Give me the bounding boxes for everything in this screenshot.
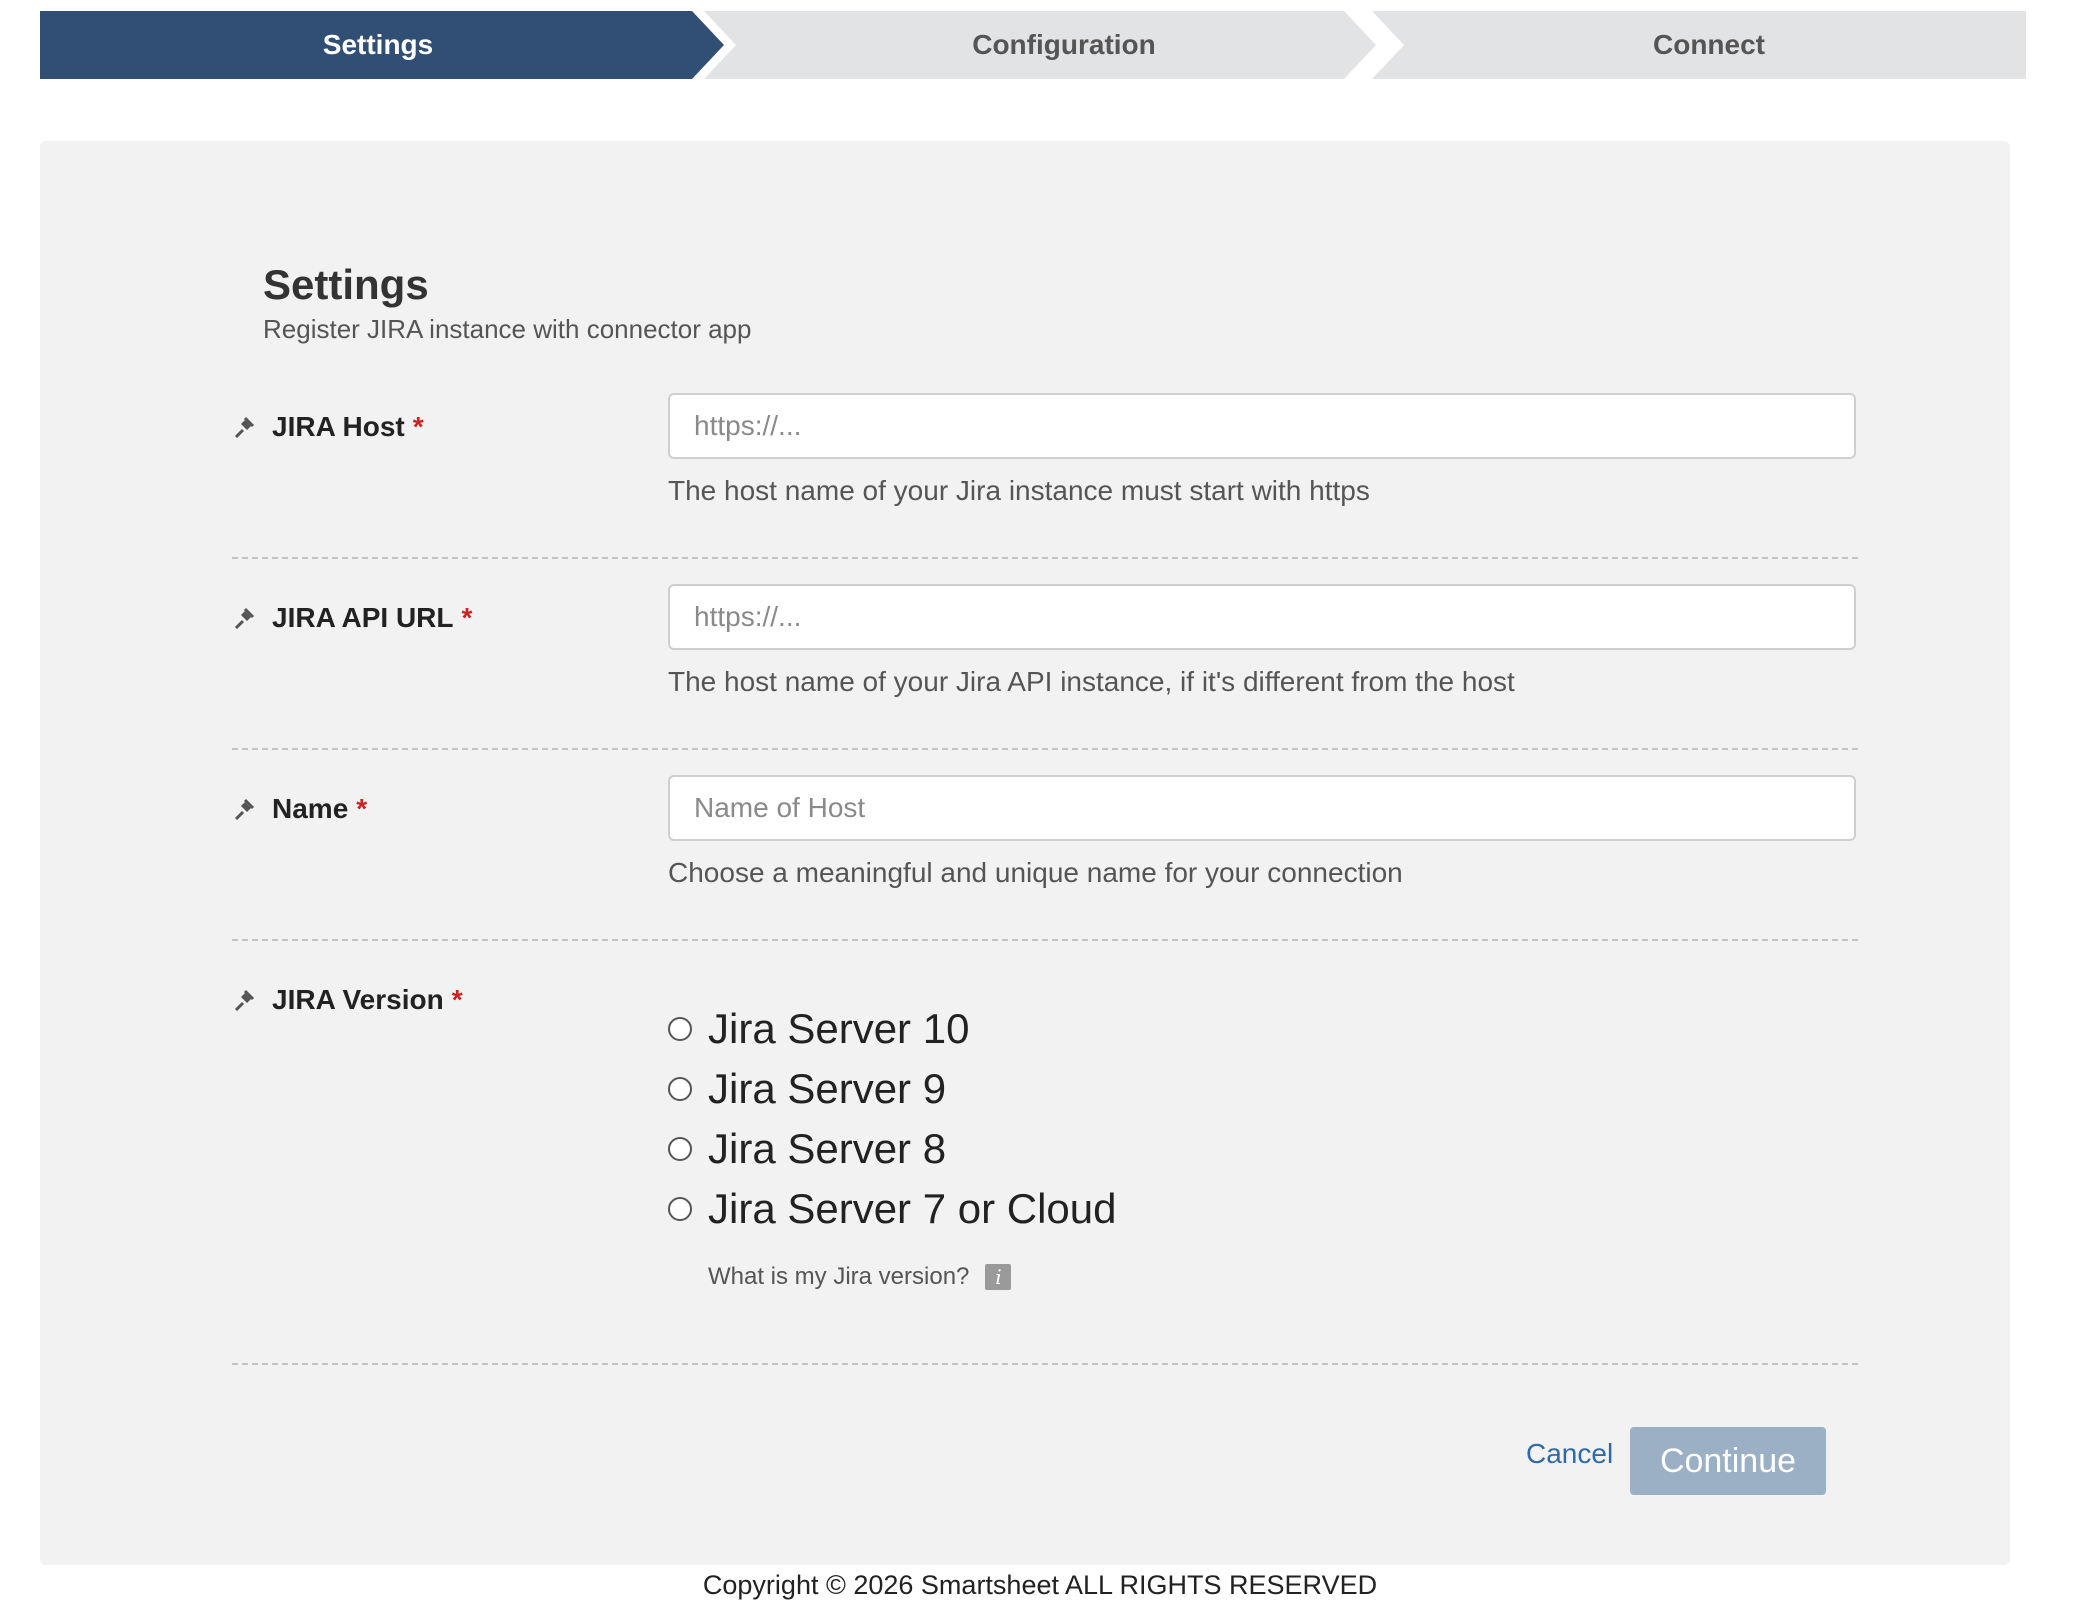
name-help: Choose a meaningful and unique name for … (668, 857, 1403, 888)
pin-icon (234, 607, 255, 630)
step-label: Settings (322, 29, 434, 60)
page-title: Settings (263, 261, 429, 308)
pin-icon (234, 798, 255, 821)
settings-panel: Settings Register JIRA instance with con… (40, 141, 2010, 1565)
jira-version-label: JIRA Version * (232, 984, 463, 1016)
radio-button[interactable] (668, 1197, 692, 1221)
required-marker: * (451, 984, 463, 1015)
jira-host-label: JIRA Host * (232, 411, 424, 443)
step-connect[interactable]: Connect (1372, 11, 2026, 79)
step-label: Connect (1653, 29, 1765, 60)
radio-label[interactable]: Jira Server 8 (708, 1125, 946, 1173)
jira-host-help: The host name of your Jira instance must… (668, 475, 1370, 506)
wizard-stepper: Settings Configuration Connect (40, 11, 2026, 79)
page-subtitle: Register JIRA instance with connector ap… (263, 314, 752, 344)
cancel-link[interactable]: Cancel (1526, 1438, 1613, 1470)
jira-api-url-input[interactable] (668, 584, 1856, 650)
continue-button[interactable]: Continue (1630, 1427, 1826, 1495)
name-input[interactable] (668, 775, 1856, 841)
jira-host-input[interactable] (668, 393, 1856, 459)
required-marker: * (412, 411, 424, 442)
hint-text: What is my Jira version? (708, 1263, 970, 1290)
name-label: Name * (232, 793, 367, 825)
pin-icon (234, 989, 255, 1012)
step-configuration[interactable]: Configuration (704, 11, 1376, 79)
footer-copyright: Copyright © 2026 Smartsheet ALL RIGHTS R… (702, 1570, 1378, 1600)
required-marker: * (461, 602, 473, 633)
radio-button[interactable] (668, 1137, 692, 1161)
field-label-text: JIRA API URL (272, 602, 454, 633)
radio-option-jira-7-cloud[interactable]: Jira Server 7 or Cloud (668, 1179, 1117, 1239)
radio-option-jira-9[interactable]: Jira Server 9 (668, 1059, 1117, 1119)
field-label-text: JIRA Version (272, 984, 444, 1015)
radio-button[interactable] (668, 1017, 692, 1041)
divider (232, 1363, 1858, 1365)
radio-label[interactable]: Jira Server 10 (708, 1005, 969, 1053)
field-label-text: JIRA Host (272, 411, 405, 442)
jira-version-radio-group: Jira Server 10 Jira Server 9 Jira Server… (668, 999, 1117, 1239)
step-label: Configuration (972, 29, 1156, 60)
field-label-text: Name (272, 793, 349, 824)
radio-label[interactable]: Jira Server 9 (708, 1065, 946, 1113)
pin-icon (234, 416, 255, 439)
info-icon[interactable]: i (985, 1264, 1012, 1290)
jira-version-hint: What is my Jira version? i (708, 1263, 1012, 1291)
divider (232, 748, 1858, 750)
jira-api-url-label: JIRA API URL * (232, 602, 472, 634)
jira-api-url-help: The host name of your Jira API instance,… (668, 666, 1515, 697)
radio-option-jira-10[interactable]: Jira Server 10 (668, 999, 1117, 1059)
radio-option-jira-8[interactable]: Jira Server 8 (668, 1119, 1117, 1179)
divider (232, 557, 1858, 559)
divider (232, 939, 1858, 941)
step-settings[interactable]: Settings (40, 11, 724, 79)
radio-label[interactable]: Jira Server 7 or Cloud (708, 1185, 1117, 1233)
radio-button[interactable] (668, 1077, 692, 1101)
required-marker: * (356, 793, 368, 824)
